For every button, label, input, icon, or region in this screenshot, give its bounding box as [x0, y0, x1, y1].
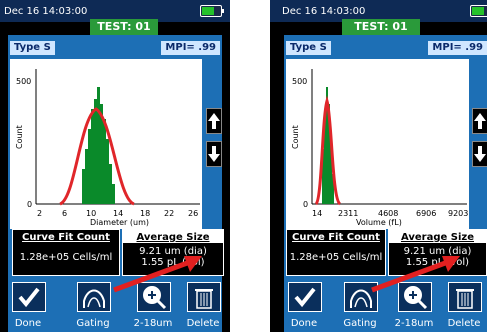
curve-fit-value: 1.28e+05 Cells/ml — [289, 252, 383, 263]
gating-curve-icon — [350, 289, 372, 308]
trash-icon — [456, 289, 474, 309]
x-tick-label: 18 — [140, 209, 150, 218]
battery-icon — [200, 5, 224, 17]
x-axis-label: Volume (fL) — [356, 218, 402, 227]
datetime: Dec 16 14:03:00 — [4, 6, 88, 17]
gating-label: Gating — [343, 318, 377, 329]
y-tick-label: 500 — [16, 77, 31, 86]
device-screen-diameter: Dec 16 14:03:00 TEST: 01 Type S MPI= .99… — [0, 0, 230, 332]
type-tag: Type S — [10, 41, 55, 55]
curve-fit-title: Curve Fit Count — [22, 232, 110, 243]
scroll-up-button[interactable] — [206, 108, 222, 134]
range-label: 2-18um — [394, 318, 434, 329]
gating-curve-icon — [83, 289, 105, 308]
mpi-tag: MPI= .99 — [428, 41, 487, 55]
average-size-box: Average Size 9.21 um (dia) 1.55 pL (vol) — [388, 229, 487, 276]
done-button[interactable]: Done — [10, 278, 46, 329]
toolbar: Done Gating 2-18um Delete — [270, 278, 487, 332]
gating-button[interactable]: Gating — [75, 278, 111, 329]
done-label: Done — [14, 318, 42, 329]
average-size-diameter: 9.21 um (dia) — [139, 246, 207, 257]
trash-icon — [195, 289, 213, 309]
x-tick-label: 2311 — [338, 209, 358, 218]
y-axis-label: Count — [291, 125, 300, 149]
average-size-volume: 1.55 pL (vol) — [405, 257, 470, 268]
delete-button[interactable]: Delete — [446, 278, 482, 329]
histogram-bars — [82, 87, 115, 204]
curve-fit-count-box: Curve Fit Count 1.28e+05 Cells/ml — [286, 229, 386, 276]
average-size-diameter: 9.21 um (dia) — [403, 246, 472, 257]
x-tick-label: 14 — [312, 209, 322, 218]
average-size-box: Average Size 9.21 um (dia) 1.55 pL (vol) — [122, 229, 224, 276]
x-tick-label: 9203 — [448, 209, 468, 218]
scroll-down-button[interactable] — [206, 141, 222, 167]
zoom-in-icon — [404, 286, 428, 310]
histogram-plot: 500 0 Count 14 2311 4608 6906 9203 Volum… — [286, 59, 469, 229]
y-tick-label: 0 — [303, 200, 308, 209]
datetime: Dec 16 14:03:00 — [282, 6, 366, 17]
delete-label: Delete — [186, 318, 220, 329]
check-icon — [294, 287, 316, 308]
toolbar: Done Gating 2-18um Delete — [0, 278, 230, 332]
x-tick-label: 14 — [113, 209, 123, 218]
zoom-in-icon — [143, 286, 167, 310]
delete-button[interactable]: Delete — [185, 278, 221, 329]
scroll-down-button[interactable] — [472, 141, 487, 167]
y-tick-label: 0 — [27, 200, 32, 209]
average-size-title: Average Size — [123, 230, 223, 243]
done-button[interactable]: Done — [286, 278, 322, 329]
check-icon — [18, 287, 40, 308]
battery-icon — [470, 5, 487, 17]
gating-button[interactable]: Gating — [342, 278, 378, 329]
x-tick-label: 6906 — [416, 209, 436, 218]
average-size-title: Average Size — [389, 230, 486, 243]
device-screen-volume: Dec 16 14:03:00 TEST: 01 Type S MPI= .99… — [270, 0, 487, 332]
test-label: TEST: 01 — [90, 19, 158, 35]
range-label: 2-18um — [133, 318, 173, 329]
x-tick-label: 26 — [188, 209, 198, 218]
gating-label: Gating — [76, 318, 110, 329]
test-label: TEST: 01 — [342, 19, 420, 35]
x-tick-label: 10 — [86, 209, 96, 218]
type-tag: Type S — [286, 41, 331, 55]
x-axis-label: Diameter (um) — [90, 218, 149, 227]
scroll-up-button[interactable] — [472, 108, 487, 134]
x-tick-label: 2 — [37, 209, 42, 218]
range-button[interactable]: 2-18um — [134, 278, 172, 329]
y-axis-label: Count — [15, 125, 24, 149]
x-tick-label: 4608 — [378, 209, 398, 218]
histogram-plot: 500 0 Count 2 6 10 14 18 22 26 Diameter … — [10, 59, 202, 229]
curve-fit-count-box: Curve Fit Count 1.28e+05 Cells/ml — [12, 229, 120, 276]
y-tick-label: 500 — [292, 77, 307, 86]
curve-fit-title: Curve Fit Count — [292, 232, 380, 243]
done-label: Done — [290, 318, 318, 329]
average-size-volume: 1.55 pL (vol) — [141, 257, 205, 268]
x-tick-label: 22 — [164, 209, 174, 218]
x-tick-label: 6 — [62, 209, 67, 218]
curve-fit-value: 1.28e+05 Cells/ml — [19, 252, 113, 263]
range-button[interactable]: 2-18um — [395, 278, 433, 329]
mpi-tag: MPI= .99 — [161, 41, 220, 55]
delete-label: Delete — [447, 318, 481, 329]
